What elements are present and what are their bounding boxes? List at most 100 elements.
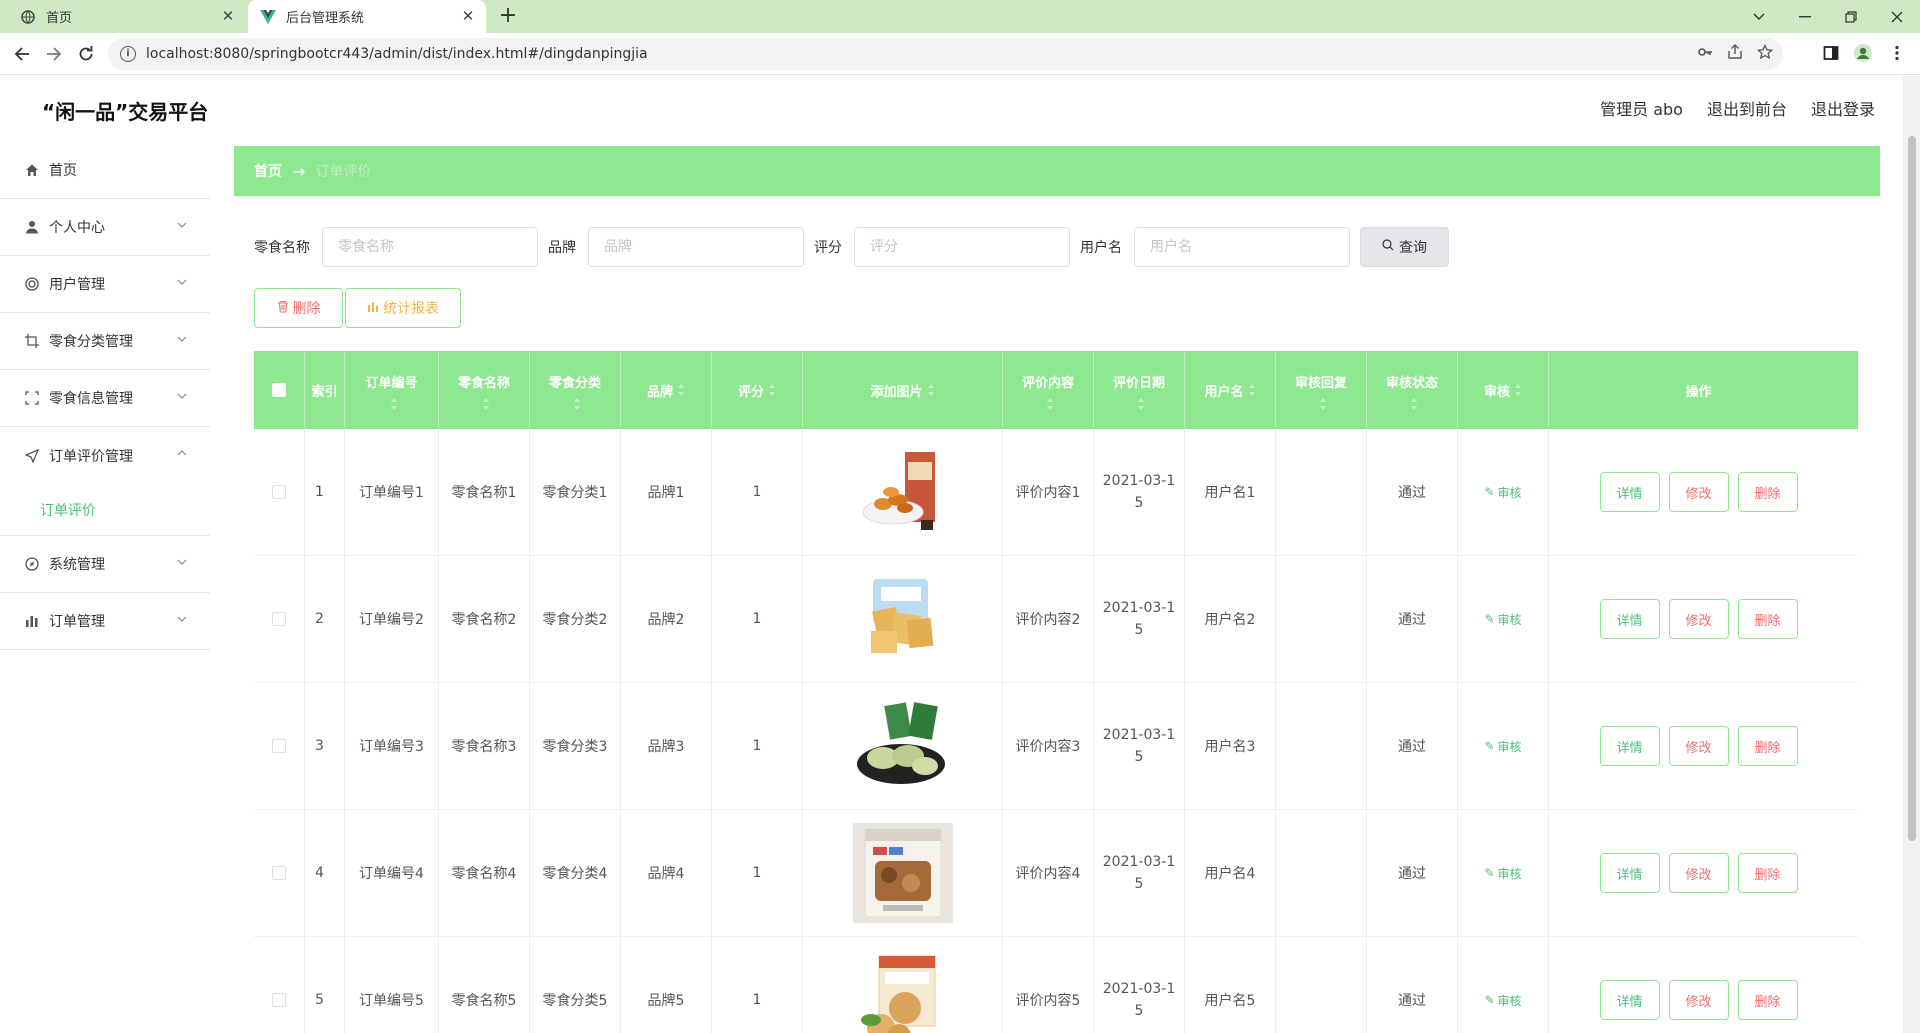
- review-content-cell: 评价内容1: [1003, 429, 1094, 555]
- back-arrow-icon[interactable]: [10, 42, 34, 66]
- column-header-image[interactable]: 添加图片: [803, 351, 1003, 429]
- column-header-review-content[interactable]: 评价内容: [1003, 351, 1094, 429]
- new-tab-icon[interactable]: +: [496, 4, 520, 28]
- operations-cell: 详情 修改 删除: [1549, 810, 1848, 936]
- row-checkbox[interactable]: [272, 739, 286, 753]
- audit-link[interactable]: ✎ 审核: [1484, 484, 1521, 501]
- sidepanel-icon[interactable]: [1820, 42, 1842, 64]
- sort-icon[interactable]: [768, 384, 776, 396]
- sidebar-subitem-order-review[interactable]: 订单评价: [0, 484, 210, 536]
- audit-link[interactable]: ✎ 审核: [1484, 611, 1521, 628]
- select-all-checkbox[interactable]: [272, 383, 286, 397]
- column-header-snack-category[interactable]: 零食分类: [530, 351, 621, 429]
- stats-report-button[interactable]: 统计报表: [345, 288, 461, 328]
- reload-icon[interactable]: [74, 42, 98, 66]
- globe-icon: [20, 9, 36, 25]
- detail-button[interactable]: 详情: [1599, 853, 1660, 893]
- kebab-menu-icon[interactable]: [1886, 42, 1908, 64]
- delete-button[interactable]: 删除: [1737, 472, 1798, 512]
- column-header-review-date[interactable]: 评价日期: [1094, 351, 1185, 429]
- batch-delete-button[interactable]: 删除: [254, 288, 343, 328]
- detail-button[interactable]: 详情: [1599, 599, 1660, 639]
- column-header-label: 用户名: [1204, 384, 1244, 400]
- column-header-snack-name[interactable]: 零食名称: [439, 351, 530, 429]
- brand-cell: 品牌3: [621, 683, 712, 809]
- sidebar-item-snack-info[interactable]: 零食信息管理: [0, 370, 210, 427]
- sidebar-item-home[interactable]: 首页: [0, 142, 210, 199]
- window-close-icon[interactable]: [1874, 0, 1920, 33]
- column-header-score[interactable]: 评分: [712, 351, 803, 429]
- sort-icon[interactable]: [573, 398, 581, 410]
- audit-link[interactable]: ✎ 审核: [1484, 865, 1521, 882]
- audit-link[interactable]: ✎ 审核: [1484, 738, 1521, 755]
- row-select-cell: [254, 683, 305, 809]
- page-scrollbar[interactable]: [1903, 76, 1920, 1033]
- sort-icon[interactable]: [1248, 384, 1256, 396]
- sidebar: 首页 个人中心 用户管理 零食分类管理 零食信息管理 订单评价管理 订单评价 系…: [0, 142, 210, 1033]
- detail-button[interactable]: 详情: [1599, 980, 1660, 1020]
- send-icon: [24, 448, 40, 464]
- restore-icon[interactable]: [1828, 0, 1874, 33]
- detail-button[interactable]: 详情: [1599, 726, 1660, 766]
- edit-button[interactable]: 修改: [1668, 726, 1729, 766]
- close-icon[interactable]: ✕: [460, 8, 476, 24]
- image-cell: [803, 429, 1003, 555]
- edit-button[interactable]: 修改: [1668, 853, 1729, 893]
- sort-icon[interactable]: [1319, 398, 1327, 410]
- row-checkbox[interactable]: [272, 866, 286, 880]
- star-icon[interactable]: [1756, 43, 1774, 64]
- column-header-order-no[interactable]: 订单编号: [345, 351, 439, 429]
- audit-link[interactable]: ✎ 审核: [1484, 992, 1521, 1009]
- browser-tab-admin[interactable]: 后台管理系统 ✕: [248, 0, 486, 33]
- delete-button[interactable]: 删除: [1737, 980, 1798, 1020]
- query-button[interactable]: 查询: [1360, 227, 1449, 267]
- delete-button[interactable]: 删除: [1737, 726, 1798, 766]
- edit-button[interactable]: 修改: [1668, 472, 1729, 512]
- detail-button[interactable]: 详情: [1599, 472, 1660, 512]
- info-icon[interactable]: i: [120, 46, 136, 62]
- sidebar-item-users[interactable]: 用户管理: [0, 256, 210, 313]
- column-header-audit-status[interactable]: 审核状态: [1367, 351, 1458, 429]
- key-icon[interactable]: [1697, 44, 1713, 64]
- column-header-brand[interactable]: 品牌: [621, 351, 712, 429]
- brand-input[interactable]: [588, 227, 804, 267]
- edit-button[interactable]: 修改: [1668, 599, 1729, 639]
- sort-icon[interactable]: [390, 398, 398, 410]
- browser-tab-home[interactable]: 首页 ✕: [8, 0, 246, 33]
- row-checkbox[interactable]: [272, 993, 286, 1007]
- row-checkbox[interactable]: [272, 612, 286, 626]
- logout-link[interactable]: 退出登录: [1811, 96, 1875, 120]
- edit-button[interactable]: 修改: [1668, 980, 1729, 1020]
- sidebar-item-order-review[interactable]: 订单评价管理: [0, 427, 210, 484]
- sort-icon[interactable]: [1046, 398, 1054, 410]
- delete-button[interactable]: 删除: [1737, 599, 1798, 639]
- username-input[interactable]: [1134, 227, 1350, 267]
- sort-icon[interactable]: [1514, 384, 1522, 396]
- sidebar-item-snack-category[interactable]: 零食分类管理: [0, 313, 210, 370]
- sort-icon[interactable]: [482, 398, 490, 410]
- sidebar-item-system[interactable]: 系统管理: [0, 536, 210, 593]
- sidebar-item-profile[interactable]: 个人中心: [0, 199, 210, 256]
- chevron-down-icon[interactable]: [1736, 0, 1782, 33]
- exit-to-front-link[interactable]: 退出到前台: [1707, 96, 1787, 120]
- scrollbar-thumb[interactable]: [1908, 136, 1916, 841]
- snack-name-input[interactable]: [322, 227, 538, 267]
- row-checkbox[interactable]: [272, 485, 286, 499]
- column-header-username[interactable]: 用户名: [1185, 351, 1276, 429]
- breadcrumb-home[interactable]: 首页: [254, 161, 282, 181]
- column-header-audit[interactable]: 审核: [1458, 351, 1549, 429]
- sort-icon[interactable]: [1137, 398, 1145, 410]
- share-icon[interactable]: [1727, 44, 1743, 64]
- sort-icon[interactable]: [927, 384, 935, 396]
- delete-button[interactable]: 删除: [1737, 853, 1798, 893]
- profile-avatar-icon[interactable]: [1852, 42, 1874, 64]
- column-header-audit-reply[interactable]: 审核回复: [1276, 351, 1367, 429]
- url-field[interactable]: i localhost:8080/springbootcr443/admin/d…: [108, 38, 1783, 70]
- minimize-icon[interactable]: [1782, 0, 1828, 33]
- forward-arrow-icon[interactable]: [42, 42, 66, 66]
- score-input[interactable]: [854, 227, 1070, 267]
- sidebar-item-orders[interactable]: 订单管理: [0, 593, 210, 650]
- sort-icon[interactable]: [677, 384, 685, 396]
- sort-icon[interactable]: [1410, 398, 1418, 410]
- close-icon[interactable]: ✕: [220, 8, 236, 24]
